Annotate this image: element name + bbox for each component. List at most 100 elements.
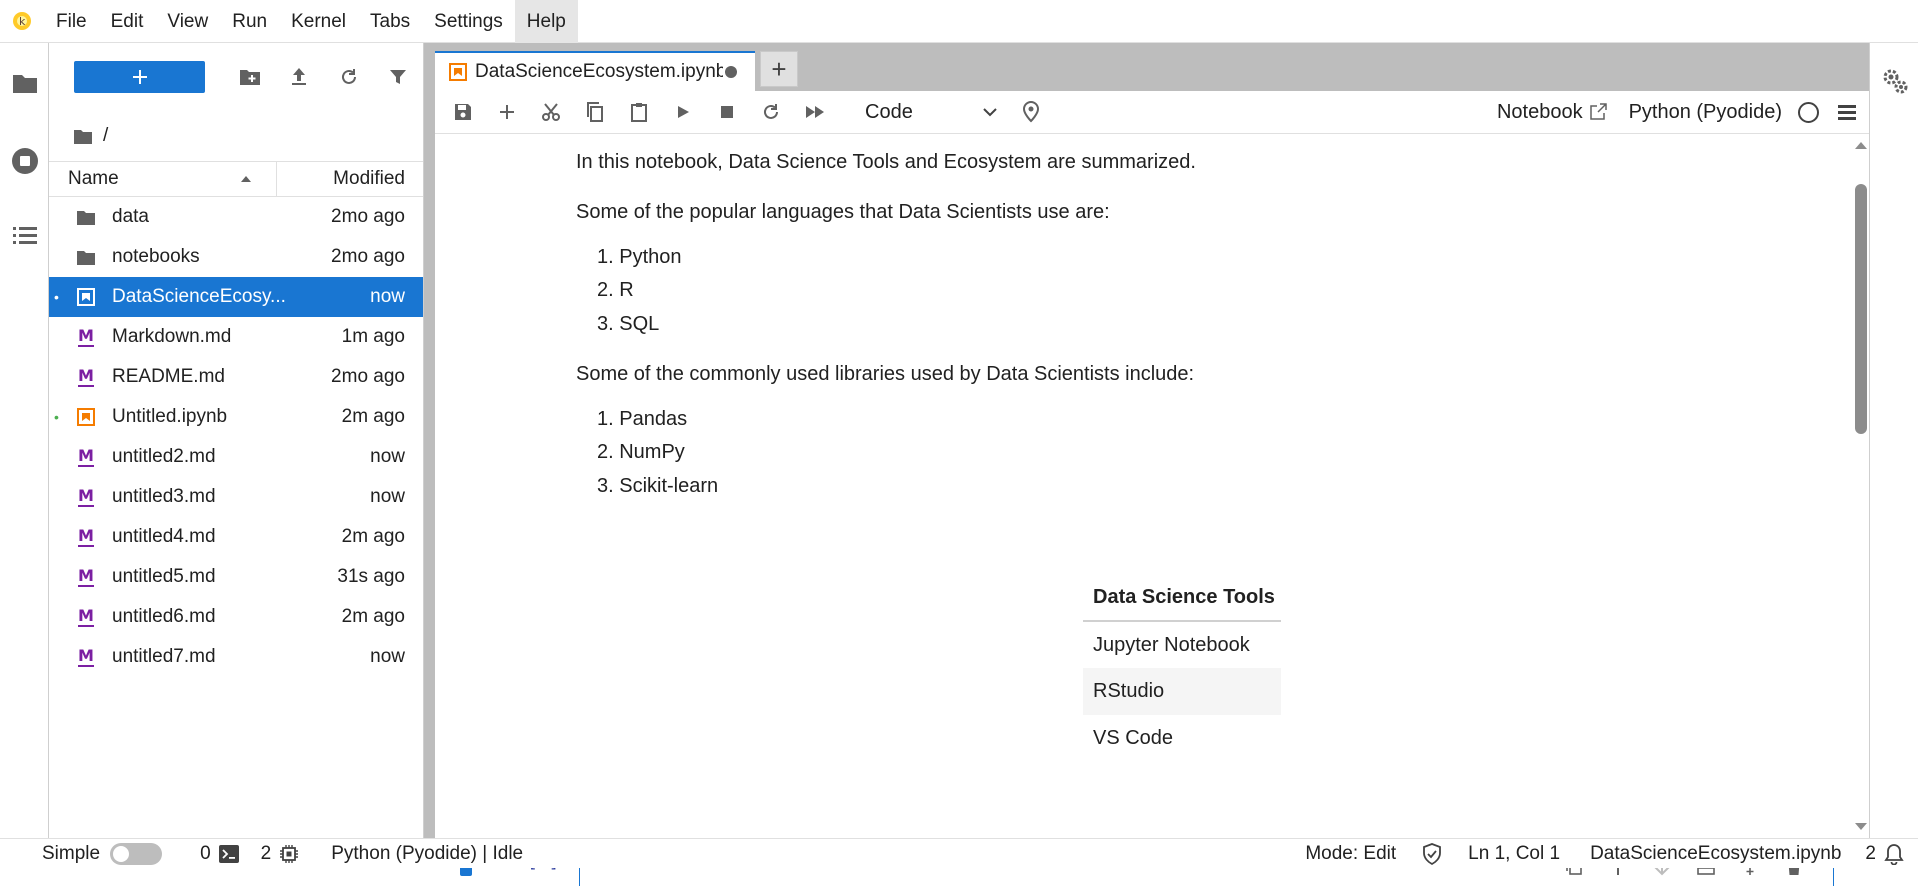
file-list-item[interactable]: M README.md 2mo ago	[49, 357, 423, 397]
scrollbar-thumb[interactable]	[1855, 184, 1867, 434]
cpu-icon	[280, 844, 299, 863]
folder-icon[interactable]	[73, 128, 93, 145]
notebook-toolbar: Code Notebook Python (Pyodide)	[435, 91, 1869, 134]
scroll-up-arrow-icon[interactable]	[1853, 138, 1869, 152]
cursor-position[interactable]: Ln 1, Col 1	[1468, 843, 1560, 865]
running-sessions-tab[interactable]	[0, 123, 49, 198]
debugger-button[interactable]	[1009, 94, 1053, 130]
save-icon	[455, 104, 471, 120]
menu-tabs[interactable]: Tabs	[358, 0, 422, 43]
menu-file[interactable]: File	[44, 0, 99, 43]
file-modified: now	[370, 446, 405, 467]
file-browser-tab[interactable]	[0, 43, 49, 123]
refresh-icon	[341, 69, 356, 84]
file-list-item[interactable]: Muntitled3.md now	[49, 477, 423, 517]
refresh-button[interactable]	[324, 61, 373, 93]
notification-count[interactable]: 2	[1865, 843, 1876, 865]
breadcrumb-root[interactable]: /	[103, 125, 108, 147]
table-of-contents-tab[interactable]	[0, 198, 49, 273]
modified-column-header[interactable]: Modified	[277, 168, 423, 190]
plus-icon	[500, 105, 514, 119]
list-item: 1. Pandas	[597, 408, 688, 430]
file-name: DataScienceEcosy...	[112, 286, 286, 307]
tab-notebook[interactable]: DataScienceEcosystem.ipynb	[435, 51, 755, 91]
simple-mode-toggle[interactable]	[110, 842, 163, 865]
bell-icon[interactable]	[1884, 843, 1904, 865]
property-inspector-button[interactable]	[1837, 103, 1857, 121]
run-cell-button[interactable]	[661, 94, 705, 130]
file-modified: 2m ago	[341, 526, 405, 547]
file-list-item[interactable]: Muntitled5.md 31s ago	[49, 557, 423, 597]
notebook-scrollbar[interactable]	[1853, 134, 1869, 838]
restart-kernel-button[interactable]	[749, 94, 793, 130]
insert-cell-button[interactable]	[485, 94, 529, 130]
file-list-item[interactable]: Muntitled7.md now	[49, 637, 423, 677]
file-modified: 2m ago	[341, 406, 405, 427]
cut-button[interactable]	[529, 94, 573, 130]
name-column-label: Name	[68, 168, 119, 189]
file-name: README.md	[112, 366, 225, 387]
menu-view[interactable]: View	[155, 0, 220, 43]
list-item: 2. R	[597, 279, 634, 301]
markdown-file-icon: M	[78, 365, 94, 387]
scroll-down-arrow-icon[interactable]	[1853, 820, 1869, 834]
property-inspector-tab[interactable]	[1870, 43, 1918, 118]
new-folder-button[interactable]	[225, 61, 274, 93]
file-list-item[interactable]: • Untitled.ipynb 2m ago	[49, 397, 423, 437]
menu-help[interactable]: Help	[514, 0, 578, 43]
unsaved-indicator-icon[interactable]	[725, 66, 737, 78]
file-modified: now	[370, 286, 405, 307]
list-item: 2. NumPy	[597, 441, 685, 463]
file-list: data 2mo ago notebooks 2mo ago • DataScienceE…	[49, 197, 423, 677]
external-link-icon	[1589, 103, 1607, 120]
interrupt-kernel-button[interactable]	[705, 94, 749, 130]
cell-type-value: Code	[865, 100, 913, 123]
menu-kernel[interactable]: Kernel	[279, 0, 358, 43]
running-indicator: •	[54, 289, 59, 305]
menu-run[interactable]: Run	[220, 0, 279, 43]
jupyter-logo-icon: k	[0, 0, 44, 43]
kernels-status[interactable]: 2	[261, 843, 300, 865]
new-tab-button[interactable]: +	[760, 51, 798, 87]
terminals-status[interactable]: 0	[200, 843, 239, 865]
file-list-item[interactable]: Muntitled2.md now	[49, 437, 423, 477]
paste-button[interactable]	[617, 94, 661, 130]
table-cell: RStudio	[1083, 668, 1281, 715]
kernel-name-button[interactable]: Python (Pyodide)	[1629, 101, 1782, 124]
file-list-item[interactable]: • DataScienceEcosy... now	[49, 277, 423, 317]
terminal-count: 0	[200, 842, 211, 864]
copy-button[interactable]	[573, 94, 617, 130]
cell-type-select[interactable]: Code	[853, 96, 1009, 128]
upload-button[interactable]	[275, 61, 324, 93]
open-in-notebook-button[interactable]: Notebook	[1497, 101, 1607, 124]
file-list-item[interactable]: Muntitled4.md 2m ago	[49, 517, 423, 557]
file-list-header: Name Modified	[49, 161, 423, 197]
file-list-item[interactable]: data 2mo ago	[49, 197, 423, 237]
table-header: Data Science Tools	[1083, 574, 1281, 622]
mode-indicator: Mode: Edit	[1305, 842, 1397, 864]
shield-check-icon[interactable]	[1422, 842, 1442, 865]
terminal-icon	[218, 844, 239, 863]
new-launcher-button[interactable]	[74, 61, 206, 93]
notebook-label: Notebook	[1496, 100, 1583, 123]
menu-edit[interactable]: Edit	[99, 0, 156, 43]
kernel-count: 2	[260, 842, 272, 864]
chevron-down-icon	[983, 108, 997, 117]
file-list-item[interactable]: notebooks 2mo ago	[49, 237, 423, 277]
name-column-header[interactable]: Name	[49, 162, 277, 196]
folder-icon	[70, 249, 102, 266]
file-list-item[interactable]: M Markdown.md 1m ago	[49, 317, 423, 357]
gears-icon	[1883, 69, 1907, 93]
filter-button[interactable]	[374, 61, 423, 93]
file-browser-toolbar	[49, 43, 423, 111]
restart-run-all-button[interactable]	[793, 94, 837, 130]
file-browser: / Name Modified data 2mo ago notebooks 2mo …	[49, 43, 424, 838]
save-button[interactable]	[441, 94, 485, 130]
kernel-status-text[interactable]: Python (Pyodide) | Idle	[331, 843, 523, 865]
file-list-item[interactable]: Muntitled6.md 2m ago	[49, 597, 423, 637]
menu-settings[interactable]: Settings	[422, 0, 515, 43]
notebook-icon	[449, 63, 467, 81]
breadcrumb: /	[49, 111, 423, 161]
file-name: untitled4.md	[112, 526, 216, 547]
file-modified: 2m ago	[341, 606, 405, 627]
